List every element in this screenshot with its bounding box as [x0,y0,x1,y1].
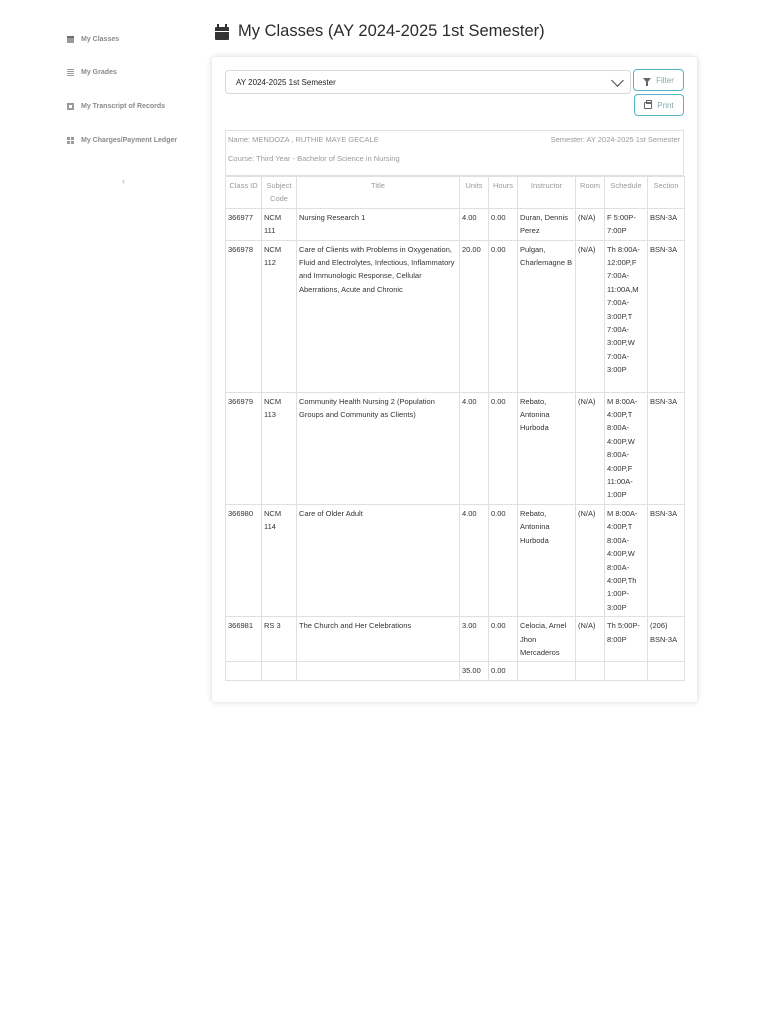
grid-icon [67,137,74,144]
sidebar-item-label: My Charges/Payment Ledger [81,137,178,144]
table-row: 366977 NCM 111 Nursing Research 1 4.00 0.00 D… [225,207,685,241]
column-header: Subject Code [261,176,297,209]
cell-units: 4.00 [459,207,489,241]
classes-card: AY 2024-2025 1st Semester Filter Print N… [212,57,697,702]
cell-units: 3.00 [459,616,489,663]
sidebar-item-label: My Transcript of Records [81,103,166,110]
page-header: My Classes (AY 2024-2025 1st Semester) [215,22,545,41]
sidebar-item-transcript[interactable]: My Transcript of Records [67,103,165,110]
student-semester: Semester: AY 2024-2025 1st Semester [550,135,680,144]
cell-subject-code: RS 3 [261,616,297,663]
cell-room: (N/A) [575,207,605,241]
cell-room: (N/A) [575,391,605,505]
cell-section: BSN-3A [647,503,685,618]
cell-class-id: 366981 [225,616,262,663]
cell-schedule: Th 8:00A-12:00P,F 7:00A-11:00A,M 7:00A-3… [604,239,648,393]
cell-room: (N/A) [575,503,605,618]
cell-hours: 0.00 [488,239,518,393]
cell-class-id: 366980 [225,503,262,618]
filter-button-label: Filter [656,75,674,85]
printer-icon [644,99,653,109]
column-header: Hours [488,176,518,209]
student-course: Course: Third Year - Bachelor of Science… [228,154,400,163]
cell-units: 4.00 [459,503,489,618]
cell-section: BSN-3A [647,207,685,241]
semester-select-value: AY 2024-2025 1st Semester [236,78,336,87]
cell-schedule: M 8:00A-4:00P,T 8:00A-4:00P,W 8:00A-4:00… [604,391,648,505]
sidebar-item-payment-ledger[interactable]: My Charges/Payment Ledger [67,137,177,144]
student-name: Name: MENDOZA , RUTHIE MAYE GECALE [228,135,379,144]
column-header: Units [459,176,489,209]
column-header: Instructor [517,176,576,209]
totals-row: 35.00 0.00 [225,661,685,681]
column-header: Class ID [225,176,262,209]
sidebar-item-my-grades[interactable]: My Grades [67,69,117,76]
cell-class-id: 366979 [225,391,262,505]
total-hours: 0.00 [488,661,518,681]
page-title: My Classes (AY 2024-2025 1st Semester) [238,22,545,40]
table-row: 366981 RS 3 The Church and Her Celebration… [225,616,685,663]
table-row: 366978 NCM 112 Care of Clients with Proble… [225,239,685,393]
cell-instructor: Rebato, Antonina Hurboda [517,391,576,505]
cell-section: BSN-3A [647,239,685,393]
document-icon [67,103,74,110]
cell-subject-code: NCM 113 [261,391,297,505]
classes-table: Class ID Subject Code Title Units Hours … [225,176,685,681]
cell-hours: 0.00 [488,503,518,618]
calendar-icon [67,36,74,43]
filter-icon [643,77,652,86]
cell-title: Nursing Research 1 [296,207,460,241]
column-header: Title [296,176,460,209]
cell-subject-code: NCM 114 [261,503,297,618]
column-header: Room [575,176,605,209]
filter-button[interactable]: Filter [633,69,684,91]
calendar-icon [215,23,229,40]
print-button[interactable]: Print [634,94,684,116]
column-header: Section [647,176,685,209]
cell-subject-code: NCM 111 [261,207,297,241]
cell-title: The Church and Her Celebrations [296,616,460,663]
sidebar-item-label: My Grades [81,69,117,76]
print-button-label: Print [657,100,674,110]
cell-title: Care of Older Adult [296,503,460,618]
cell-title: Community Health Nursing 2 (Population G… [296,391,460,505]
cell-hours: 0.00 [488,616,518,663]
cell-subject-code: NCM 112 [261,239,297,393]
cell-section: (206) BSN-3A [647,616,685,663]
cell-class-id: 366978 [225,239,262,393]
cell-units: 4.00 [459,391,489,505]
cell-schedule: Th 5:00P-8:00P [604,616,648,663]
cell-hours: 0.00 [488,207,518,241]
total-units: 35.00 [459,661,489,681]
sidebar-item-label: My Classes [81,36,120,43]
column-header: Schedule [604,176,648,209]
cell-instructor: Celocia, Arnel Jhon Mercaderos [517,616,576,663]
cell-room: (N/A) [575,239,605,393]
cell-schedule: F 5:00P-7:00P [604,207,648,241]
chevron-down-icon [611,74,624,87]
cell-instructor: Rebato, Antonina Hurboda [517,503,576,618]
cell-schedule: M 8:00A-4:00P,T 8:00A-4:00P,W 8:00A-4:00… [604,503,648,618]
cell-class-id: 366977 [225,207,262,241]
cell-section: BSN-3A [647,391,685,505]
sidebar-collapse-button[interactable]: ‹ [122,176,125,186]
table-row: 366980 NCM 114 Care of Older Adult 4.00 0.00… [225,503,685,618]
sidebar-item-my-classes[interactable]: My Classes [67,36,119,43]
cell-room: (N/A) [575,616,605,663]
cell-instructor: Duran, Dennis Perez [517,207,576,241]
table-row: 366979 NCM 113 Community Health Nursing 2 … [225,391,685,505]
table-header-row: Class ID Subject Code Title Units Hours … [225,176,685,209]
semester-select[interactable]: AY 2024-2025 1st Semester [225,70,631,94]
cell-hours: 0.00 [488,391,518,505]
list-icon [67,69,74,76]
student-info: Name: MENDOZA , RUTHIE MAYE GECALE Semes… [225,130,684,176]
cell-instructor: Pulgan, Charlemagne B [517,239,576,393]
cell-title: Care of Clients with Problems in Oxygena… [296,239,460,393]
cell-units: 20.00 [459,239,489,393]
